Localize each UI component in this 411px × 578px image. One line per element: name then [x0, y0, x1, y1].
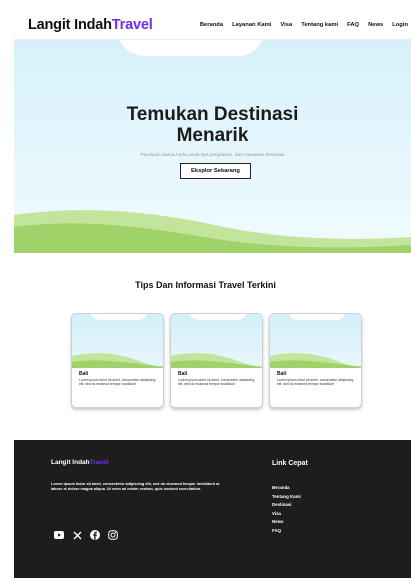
footer-link-destinasi[interactable]: Destinasi — [272, 501, 301, 510]
nav-tentang-kami[interactable]: Tentang kami — [301, 22, 338, 28]
tips-card[interactable]: Bali Lorem ipsum dolor sit amet, consect… — [269, 313, 362, 408]
footer-description: Lorem ipsum dolor sit amet, consectetur … — [51, 482, 220, 491]
quick-links-list: Beranda Tentang Kami Destinasi Visa News… — [272, 484, 301, 535]
card-hills-illustration — [171, 353, 262, 368]
tips-card[interactable]: Bali Lorem ipsum dolor sit amet, consect… — [71, 313, 164, 408]
hero-title-line2: Menarik — [176, 125, 249, 146]
hero-cloud-shape — [118, 40, 264, 56]
nav-layanan-kami[interactable]: Layanan Kami — [232, 22, 271, 28]
tips-card[interactable]: Bali Lorem ipsum dolor sit amet, consect… — [170, 313, 263, 408]
footer-brand-name: Langit Indah — [51, 459, 90, 466]
card-text: Lorem ipsum dolor sit amet, consectetur … — [277, 378, 354, 387]
nav-beranda[interactable]: Beranda — [200, 22, 223, 28]
card-text: Lorem ipsum dolor sit amet, consectetur … — [178, 378, 255, 387]
card-image — [270, 314, 361, 368]
site-header: Langit IndahTravel Beranda Layanan Kami … — [14, 10, 411, 40]
card-hills-illustration — [72, 353, 163, 368]
main-nav: Beranda Layanan Kami Visa Tentang kami F… — [200, 22, 411, 28]
social-links — [54, 530, 118, 540]
x-icon[interactable] — [72, 530, 82, 540]
footer-link-visa[interactable]: Visa — [272, 510, 301, 519]
brand-logo[interactable]: Langit IndahTravel — [28, 17, 153, 33]
explore-button[interactable]: Eksplor Sekarang — [180, 163, 251, 179]
footer-link-beranda[interactable]: Beranda — [272, 484, 301, 493]
card-title: Bali — [178, 371, 188, 377]
footer-brand[interactable]: Langit IndahTravel — [51, 459, 108, 466]
brand-name: Langit Indah — [28, 16, 112, 33]
hero-hills-illustration — [14, 210, 411, 253]
nav-faq[interactable]: FAQ — [347, 22, 359, 28]
facebook-icon[interactable] — [90, 530, 100, 540]
card-image — [171, 314, 262, 368]
footer-link-tentang-kami[interactable]: Tentang Kami — [272, 493, 301, 502]
nav-login[interactable]: Login — [392, 22, 408, 28]
card-title: Bali — [79, 371, 89, 377]
nav-news[interactable]: News — [368, 22, 383, 28]
tips-section-title: Tips Dan Informasi Travel Terkini — [135, 280, 276, 290]
brand-accent: Travel — [111, 16, 153, 33]
instagram-icon[interactable] — [108, 530, 118, 540]
footer-brand-accent: Travel — [89, 459, 109, 466]
nav-visa[interactable]: Visa — [280, 22, 292, 28]
hero-title: Temukan Destinasi Menarik — [14, 104, 411, 146]
site-footer: Langit IndahTravel Lorem ipsum dolor sit… — [14, 440, 411, 578]
quick-links-title: Link Cepat — [272, 460, 308, 467]
card-image — [72, 314, 163, 368]
hero-section: Temukan Destinasi Menarik Panduan utama … — [14, 40, 411, 253]
card-text: Lorem ipsum dolor sit amet, consectetur … — [79, 378, 156, 387]
card-hills-illustration — [270, 353, 361, 368]
footer-link-news[interactable]: News — [272, 518, 301, 527]
hero-title-line1: Temukan Destinasi — [126, 104, 299, 125]
youtube-icon[interactable] — [54, 530, 64, 540]
hero-subtitle: Panduan utama Anda untuk tips perjalanan… — [140, 153, 285, 158]
footer-link-faq[interactable]: FAQ — [272, 527, 301, 536]
card-title: Bali — [277, 371, 287, 377]
tips-card-list: Bali Lorem ipsum dolor sit amet, consect… — [71, 313, 362, 408]
